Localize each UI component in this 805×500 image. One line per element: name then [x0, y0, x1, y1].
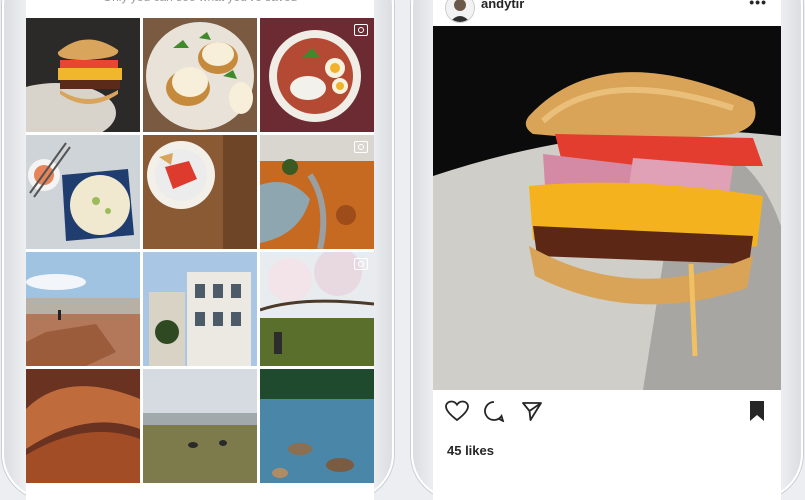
right-phone: andytir ••• 45 likes: [411, 0, 803, 500]
grid-tile-autumn-lake[interactable]: [260, 135, 374, 249]
multiple-photos-icon: [354, 141, 368, 153]
post-header: andytir •••: [433, 0, 781, 27]
grid-tile-canyon-overlook[interactable]: [26, 252, 140, 366]
saved-grid-screen: Only you can see what you've saved: [26, 0, 374, 500]
post-screen: andytir ••• 45 likes: [433, 0, 781, 500]
grid-tile-clear-lake[interactable]: [260, 369, 374, 483]
grid-tile-meadow[interactable]: [143, 369, 257, 483]
post-image[interactable]: [433, 26, 781, 390]
heart-icon[interactable]: [445, 400, 469, 427]
likes-count[interactable]: 45 likes: [447, 443, 494, 458]
grid-tile-bowl[interactable]: [260, 18, 374, 132]
multiple-photos-icon: [354, 24, 368, 36]
grid-tile-burger[interactable]: [26, 18, 140, 132]
saved-hint: Only you can see what you've saved: [26, 0, 374, 14]
multiple-photos-icon: [354, 258, 368, 270]
more-options-icon[interactable]: •••: [749, 0, 767, 10]
username[interactable]: andytir: [481, 0, 524, 11]
grid-tile-slot-canyon[interactable]: [26, 369, 140, 483]
grid-tile-soup[interactable]: [26, 135, 140, 249]
avatar[interactable]: [445, 0, 475, 23]
left-phone: Only you can see what you've saved: [2, 0, 394, 500]
grid-tile-fruit-plate[interactable]: [143, 135, 257, 249]
send-icon[interactable]: [521, 400, 543, 427]
comment-icon[interactable]: [483, 400, 505, 427]
grid-tile-victorian-houses[interactable]: [143, 252, 257, 366]
grid-tile-blossom-pond[interactable]: [260, 252, 374, 366]
bookmark-icon[interactable]: [749, 400, 765, 427]
grid-tile-eggs-benedict[interactable]: [143, 18, 257, 132]
post-actions: [433, 400, 781, 428]
saved-grid: [26, 18, 374, 483]
